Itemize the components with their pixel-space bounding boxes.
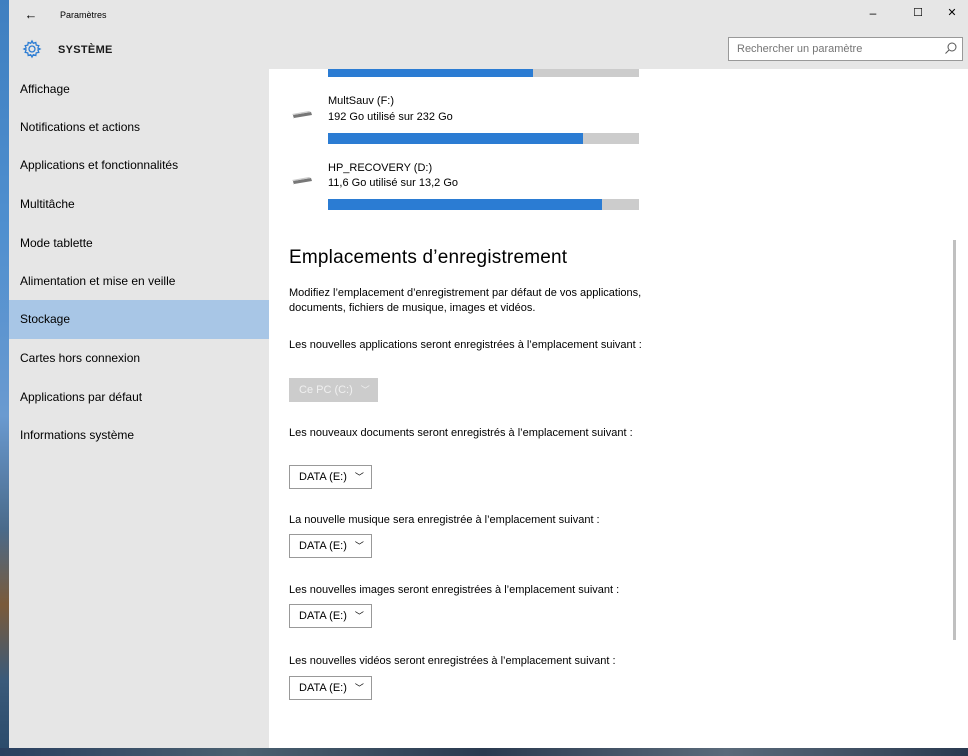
drive-icon [292,111,312,119]
drive-usage: 11,6 Go utilisé sur 13,2 Go [328,177,459,189]
sidebar-item-informations[interactable]: Informations système [9,416,269,455]
dropdown-value: DATA (E:) [299,610,347,622]
images-location-label: Les nouvelles images seront enregistrées… [289,584,620,596]
dropdown-value: DATA (E:) [299,540,347,552]
chevron-down-icon: ﹀ [354,611,364,621]
apps-location-dropdown[interactable]: Ce PC (C:) ﹀ [289,378,378,402]
storage-bar-fill [328,199,602,210]
sidebar-item-alimentation[interactable]: Alimentation et mise en veille [9,262,269,301]
dropdown-value: Ce PC (C:) [299,384,353,396]
sidebar-item-cartes[interactable]: Cartes hors connexion [9,339,269,378]
title-bar: ← Paramètres – ☐ ✕ [9,0,968,32]
settings-window: ← Paramètres – ☐ ✕ SYSTÈME Affichage Not… [9,0,968,748]
sidebar-item-stockage[interactable]: Stockage [9,300,269,339]
dropdown-value: DATA (E:) [299,682,347,694]
storage-bar-fill [328,133,584,144]
search-box[interactable] [728,37,963,61]
sidebar-item-notifications[interactable]: Notifications et actions [9,108,269,147]
sidebar-item-multitache[interactable]: Multitâche [9,185,269,224]
chevron-down-icon: ﹀ [354,683,364,693]
gear-icon [22,39,42,59]
drive-usage: 192 Go utilisé sur 232 Go [328,111,453,123]
close-button[interactable]: ✕ [942,6,962,19]
sidebar: Affichage Notifications et actions Appli… [9,69,269,748]
music-location-dropdown[interactable]: DATA (E:) ﹀ [289,534,372,558]
scrollbar-thumb[interactable] [953,240,956,640]
desktop-background [0,0,9,756]
storage-bar[interactable] [328,69,639,77]
sidebar-item-applications[interactable]: Applications et fonctionnalités [9,146,269,185]
sidebar-item-mode-tablette[interactable]: Mode tablette [9,224,269,263]
chevron-down-icon: ﹀ [360,385,370,395]
storage-bar-fill [328,69,534,77]
docs-location-label: Les nouveaux documents seront enregistré… [289,427,633,439]
taskbar-edge [0,748,968,756]
music-location-label: La nouvelle musique sera enregistrée à l… [289,514,600,526]
dropdown-value: DATA (E:) [299,471,347,483]
videos-location-label: Les nouvelles vidéos seront enregistrées… [289,655,616,667]
page-heading: SYSTÈME [58,44,113,56]
docs-location-dropdown[interactable]: DATA (E:) ﹀ [289,465,372,489]
drive-name: MultSauv (F:) [328,95,395,107]
back-arrow-icon[interactable]: ← [23,7,39,22]
section-title: Emplacements d’enregistrement [289,247,568,268]
section-description: Modifiez l’emplacement d’enregistrement … [289,287,642,314]
system-header: SYSTÈME [9,32,968,69]
sidebar-item-affichage[interactable]: Affichage [9,70,269,109]
minimize-button[interactable]: – [863,6,883,20]
search-input[interactable] [729,38,939,60]
storage-bar[interactable] [328,133,639,144]
storage-bar[interactable] [328,199,639,210]
videos-location-dropdown[interactable]: DATA (E:) ﹀ [289,676,372,700]
search-icon[interactable] [944,41,958,55]
drive-icon [292,177,312,185]
maximize-button[interactable]: ☐ [908,6,928,19]
apps-location-label: Les nouvelles applications seront enregi… [289,339,642,351]
sidebar-item-applications-defaut[interactable]: Applications par défaut [9,378,269,417]
drive-name: HP_RECOVERY (D:) [328,162,433,174]
window-title: Paramètres [60,10,107,20]
chevron-down-icon: ﹀ [354,472,364,482]
images-location-dropdown[interactable]: DATA (E:) ﹀ [289,604,372,628]
chevron-down-icon: ﹀ [354,541,364,551]
